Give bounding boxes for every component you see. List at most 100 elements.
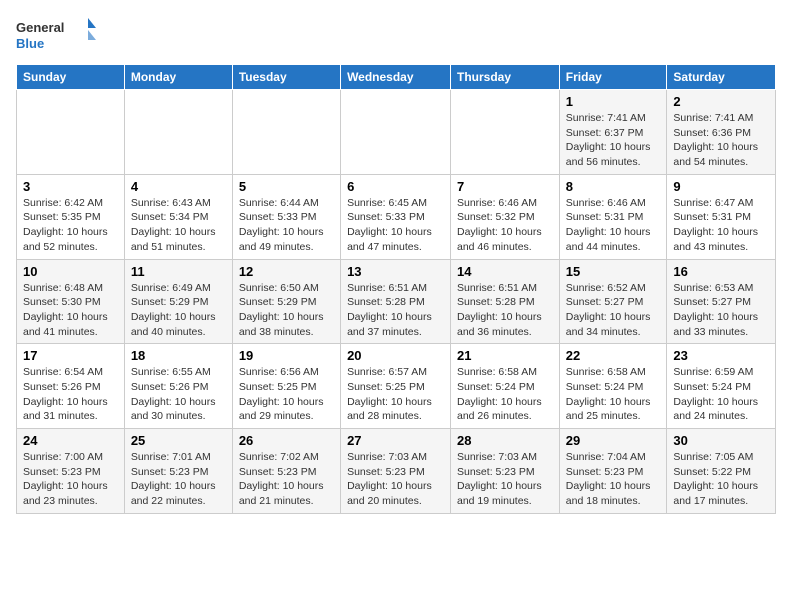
calendar-cell: 9 Sunrise: 6:47 AMSunset: 5:31 PMDaylight… [667,174,776,259]
calendar-cell [17,90,125,175]
calendar-cell: 17Sunrise: 6:54 AMSunset: 5:26 PMDayligh… [17,344,125,429]
day-info: Sunrise: 6:44 AMSunset: 5:33 PMDaylight:… [239,196,334,255]
calendar-cell: 21 Sunrise: 6:58 AMSunset: 5:24 PMDayligh… [451,344,560,429]
day-info: Sunrise: 7:00 AMSunset: 5:23 PMDaylight:… [23,450,118,509]
calendar-cell [124,90,232,175]
day-number: 28 [457,433,553,448]
header-day-sunday: Sunday [17,65,125,90]
calendar-cell: 19Sunrise: 6:56 AMSunset: 5:25 PMDayligh… [232,344,340,429]
day-info: Sunrise: 6:51 AMSunset: 5:28 PMDaylight:… [347,281,444,340]
day-info: Sunrise: 6:55 AMSunset: 5:26 PMDaylight:… [131,365,226,424]
calendar-cell: 1 Sunrise: 7:41 AMSunset: 6:37 PMDaylight… [559,90,667,175]
day-info: Sunrise: 6:59 AMSunset: 5:24 PMDaylight:… [673,365,769,424]
calendar-week-3: 17Sunrise: 6:54 AMSunset: 5:26 PMDayligh… [17,344,776,429]
calendar-cell: 27 Sunrise: 7:03 AMSunset: 5:23 PMDayligh… [341,429,451,514]
calendar-cell: 12Sunrise: 6:50 AMSunset: 5:29 PMDayligh… [232,259,340,344]
day-number: 18 [131,348,226,363]
calendar-cell: 10Sunrise: 6:48 AMSunset: 5:30 PMDayligh… [17,259,125,344]
svg-text:General: General [16,20,64,35]
day-info: Sunrise: 6:49 AMSunset: 5:29 PMDaylight:… [131,281,226,340]
day-info: Sunrise: 6:47 AMSunset: 5:31 PMDaylight:… [673,196,769,255]
day-number: 3 [23,179,118,194]
calendar-header: SundayMondayTuesdayWednesdayThursdayFrid… [17,65,776,90]
calendar-cell: 15 Sunrise: 6:52 AMSunset: 5:27 PMDayligh… [559,259,667,344]
calendar-cell: 6 Sunrise: 6:45 AMSunset: 5:33 PMDaylight… [341,174,451,259]
day-number: 7 [457,179,553,194]
header-day-saturday: Saturday [667,65,776,90]
day-info: Sunrise: 6:43 AMSunset: 5:34 PMDaylight:… [131,196,226,255]
calendar-week-4: 24 Sunrise: 7:00 AMSunset: 5:23 PMDayligh… [17,429,776,514]
day-number: 23 [673,348,769,363]
header-day-tuesday: Tuesday [232,65,340,90]
calendar-cell [232,90,340,175]
day-number: 12 [239,264,334,279]
day-info: Sunrise: 6:58 AMSunset: 5:24 PMDaylight:… [566,365,661,424]
day-info: Sunrise: 6:56 AMSunset: 5:25 PMDaylight:… [239,365,334,424]
day-info: Sunrise: 7:05 AMSunset: 5:22 PMDaylight:… [673,450,769,509]
day-number: 1 [566,94,661,109]
day-number: 30 [673,433,769,448]
calendar-cell: 14Sunrise: 6:51 AMSunset: 5:28 PMDayligh… [451,259,560,344]
day-number: 10 [23,264,118,279]
calendar-cell [341,90,451,175]
day-number: 25 [131,433,226,448]
day-info: Sunrise: 6:45 AMSunset: 5:33 PMDaylight:… [347,196,444,255]
day-info: Sunrise: 6:53 AMSunset: 5:27 PMDaylight:… [673,281,769,340]
day-info: Sunrise: 7:02 AMSunset: 5:23 PMDaylight:… [239,450,334,509]
calendar-cell: 4 Sunrise: 6:43 AMSunset: 5:34 PMDaylight… [124,174,232,259]
header-row: SundayMondayTuesdayWednesdayThursdayFrid… [17,65,776,90]
day-number: 26 [239,433,334,448]
calendar-cell: 18 Sunrise: 6:55 AMSunset: 5:26 PMDayligh… [124,344,232,429]
day-info: Sunrise: 6:58 AMSunset: 5:24 PMDaylight:… [457,365,553,424]
day-number: 14 [457,264,553,279]
day-info: Sunrise: 6:42 AMSunset: 5:35 PMDaylight:… [23,196,118,255]
calendar-cell: 5Sunrise: 6:44 AMSunset: 5:33 PMDaylight… [232,174,340,259]
day-info: Sunrise: 6:46 AMSunset: 5:31 PMDaylight:… [566,196,661,255]
day-number: 27 [347,433,444,448]
calendar-cell: 20 Sunrise: 6:57 AMSunset: 5:25 PMDayligh… [341,344,451,429]
day-number: 17 [23,348,118,363]
day-number: 13 [347,264,444,279]
day-number: 8 [566,179,661,194]
header-day-wednesday: Wednesday [341,65,451,90]
calendar-cell: 7Sunrise: 6:46 AMSunset: 5:32 PMDaylight… [451,174,560,259]
day-number: 11 [131,264,226,279]
day-info: Sunrise: 7:41 AMSunset: 6:36 PMDaylight:… [673,111,769,170]
calendar-week-2: 10Sunrise: 6:48 AMSunset: 5:30 PMDayligh… [17,259,776,344]
day-number: 15 [566,264,661,279]
day-info: Sunrise: 7:03 AMSunset: 5:23 PMDaylight:… [457,450,553,509]
logo: General Blue [16,16,96,56]
calendar-cell [451,90,560,175]
calendar-cell: 30 Sunrise: 7:05 AMSunset: 5:22 PMDayligh… [667,429,776,514]
calendar-body: 1 Sunrise: 7:41 AMSunset: 6:37 PMDaylight… [17,90,776,514]
calendar-cell: 2Sunrise: 7:41 AMSunset: 6:36 PMDaylight… [667,90,776,175]
day-number: 4 [131,179,226,194]
logo-svg: General Blue [16,16,96,56]
day-number: 29 [566,433,661,448]
calendar-cell: 25Sunrise: 7:01 AMSunset: 5:23 PMDayligh… [124,429,232,514]
calendar-cell: 22 Sunrise: 6:58 AMSunset: 5:24 PMDayligh… [559,344,667,429]
calendar-cell: 3 Sunrise: 6:42 AMSunset: 5:35 PMDaylight… [17,174,125,259]
svg-text:Blue: Blue [16,36,44,51]
day-info: Sunrise: 7:03 AMSunset: 5:23 PMDaylight:… [347,450,444,509]
calendar-cell: 16 Sunrise: 6:53 AMSunset: 5:27 PMDayligh… [667,259,776,344]
day-number: 9 [673,179,769,194]
day-number: 24 [23,433,118,448]
day-info: Sunrise: 6:57 AMSunset: 5:25 PMDaylight:… [347,365,444,424]
calendar-cell: 23 Sunrise: 6:59 AMSunset: 5:24 PMDayligh… [667,344,776,429]
day-number: 21 [457,348,553,363]
day-number: 20 [347,348,444,363]
calendar-cell: 24 Sunrise: 7:00 AMSunset: 5:23 PMDayligh… [17,429,125,514]
calendar-cell: 29 Sunrise: 7:04 AMSunset: 5:23 PMDayligh… [559,429,667,514]
calendar-table: SundayMondayTuesdayWednesdayThursdayFrid… [16,64,776,514]
calendar-cell: 26 Sunrise: 7:02 AMSunset: 5:23 PMDayligh… [232,429,340,514]
day-info: Sunrise: 6:52 AMSunset: 5:27 PMDaylight:… [566,281,661,340]
calendar-cell: 8 Sunrise: 6:46 AMSunset: 5:31 PMDaylight… [559,174,667,259]
page-header: General Blue [16,16,776,56]
day-number: 22 [566,348,661,363]
day-number: 16 [673,264,769,279]
day-info: Sunrise: 7:41 AMSunset: 6:37 PMDaylight:… [566,111,661,170]
calendar-week-1: 3 Sunrise: 6:42 AMSunset: 5:35 PMDaylight… [17,174,776,259]
day-info: Sunrise: 7:04 AMSunset: 5:23 PMDaylight:… [566,450,661,509]
day-number: 6 [347,179,444,194]
